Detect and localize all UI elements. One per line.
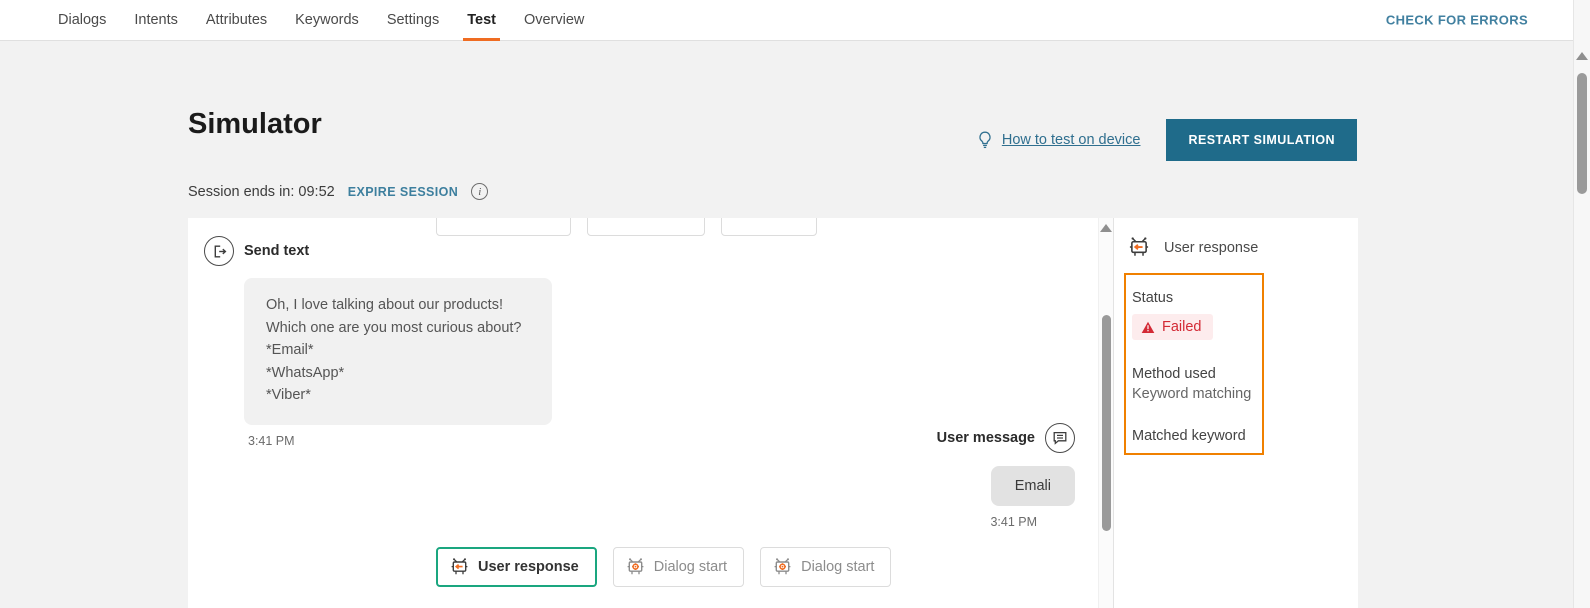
tab-label: Overview (523, 12, 585, 28)
chip-label: Dialog start (801, 559, 875, 575)
chip-dialog-start-1[interactable]: Dialog start (612, 547, 745, 587)
bot-message-line: *Email* (266, 342, 314, 358)
page-scrollbar[interactable] (1573, 0, 1590, 608)
scrolled-chip[interactable] (721, 218, 817, 236)
chip-label: User response (478, 559, 579, 575)
status-value: Failed (1162, 319, 1202, 335)
method-used-label: Method used (1132, 366, 1216, 382)
chip-user-response[interactable]: User response (436, 547, 597, 587)
robot-response-icon (1129, 237, 1149, 256)
bot-message-timestamp: 3:41 PM (248, 433, 295, 448)
scroll-up-arrow-icon[interactable] (1100, 224, 1112, 232)
status-label: Status (1132, 290, 1174, 306)
chip-dialog-start-2[interactable]: Dialog start (760, 547, 892, 587)
detail-pane-title: User response (1164, 239, 1259, 256)
user-message-icon (1045, 423, 1075, 453)
tab-label: Dialogs (58, 12, 107, 28)
tab-label: Attributes (205, 12, 268, 28)
expire-session-button[interactable]: EXPIRE SESSION (348, 185, 459, 199)
method-used-value: Keyword matching (1132, 386, 1252, 402)
user-message-header: User message (937, 423, 1075, 453)
user-message-block: User message Emali 3:41 PM (937, 423, 1075, 529)
scrolled-chip-row (436, 218, 817, 236)
info-circle-icon[interactable]: i (471, 183, 489, 200)
how-to-test-on-device-link[interactable]: How to test on device (977, 131, 1141, 149)
bot-message-line: *Viber* (266, 387, 311, 403)
tab-dialogs[interactable]: Dialogs (44, 0, 120, 41)
node-detail-pane: User response Status Failed Method used … (1113, 218, 1358, 608)
session-info-row: Session ends in: 09:52 EXPIRE SESSION i (188, 183, 489, 200)
header-actions: How to test on device RESTART SIMULATION (977, 119, 1357, 161)
scrolled-chip[interactable] (436, 218, 571, 236)
bot-message-line: *WhatsApp* (266, 364, 345, 381)
status-badge: Failed (1132, 314, 1213, 340)
tab-settings[interactable]: Settings (373, 0, 453, 41)
scrollbar-thumb[interactable] (1577, 73, 1587, 194)
tab-label: Settings (386, 12, 440, 28)
robot-dialog-start-icon (774, 558, 791, 575)
node-chip-row: User response Dialog start Dialog start (436, 547, 892, 587)
bot-message-line: Oh, I love talking about our products! (266, 297, 503, 313)
bot-message-header: Send text (204, 236, 552, 266)
scrolled-chip[interactable] (587, 218, 705, 236)
page-content: Simulator Session ends in: 09:52 EXPIRE … (0, 41, 1573, 608)
robot-response-icon (451, 558, 468, 575)
detail-pane-header: User response (1114, 218, 1358, 259)
detail-highlight-box: Status Failed Method used Keyword matchi… (1124, 273, 1264, 455)
scrollbar-thumb[interactable] (1102, 315, 1111, 531)
tab-label: Keywords (295, 12, 359, 28)
bot-message-bubble: Oh, I love talking about our products! W… (244, 278, 552, 425)
warning-triangle-icon (1141, 321, 1155, 333)
nav-tab-list: Dialogs Intents Attributes Keywords Sett… (44, 0, 598, 41)
user-message-bubble: Emali (990, 466, 1075, 506)
bot-message-line: Which one are you most curious about? (266, 319, 522, 336)
user-message-timestamp: 3:41 PM (990, 515, 1037, 529)
tab-overview[interactable]: Overview (510, 0, 598, 41)
page-title-row: Simulator (188, 110, 322, 139)
tab-label: Intents (134, 12, 178, 28)
tab-keywords[interactable]: Keywords (281, 0, 373, 41)
chat-transcript-pane: Send text Oh, I love talking about our p… (188, 218, 1113, 608)
check-for-errors-button[interactable]: CHECK FOR ERRORS (1386, 13, 1528, 28)
user-message-label: User message (936, 430, 1035, 446)
tab-test[interactable]: Test (453, 0, 510, 41)
tab-attributes[interactable]: Attributes (192, 0, 281, 41)
chat-pane-scrollbar[interactable] (1098, 218, 1113, 608)
simulator-card: Send text Oh, I love talking about our p… (188, 218, 1358, 608)
lightbulb-icon (979, 131, 991, 149)
session-timer-text: Session ends in: 09:52 (188, 183, 335, 200)
bot-message-label: Send text (244, 243, 310, 259)
chip-label: Dialog start (653, 559, 728, 575)
scroll-up-arrow-icon[interactable] (1576, 52, 1588, 60)
tab-intents[interactable]: Intents (120, 0, 192, 41)
send-text-icon (204, 236, 234, 266)
page-title: Simulator (188, 108, 322, 140)
robot-dialog-start-icon (627, 558, 644, 575)
top-navigation-bar: Dialogs Intents Attributes Keywords Sett… (0, 0, 1573, 41)
tab-label: Test (467, 12, 496, 28)
how-to-test-label: How to test on device (1001, 132, 1141, 148)
matched-keyword-label: Matched keyword (1132, 428, 1246, 444)
bot-message-block: Send text Oh, I love talking about our p… (204, 236, 552, 448)
restart-simulation-button[interactable]: RESTART SIMULATION (1166, 119, 1357, 161)
